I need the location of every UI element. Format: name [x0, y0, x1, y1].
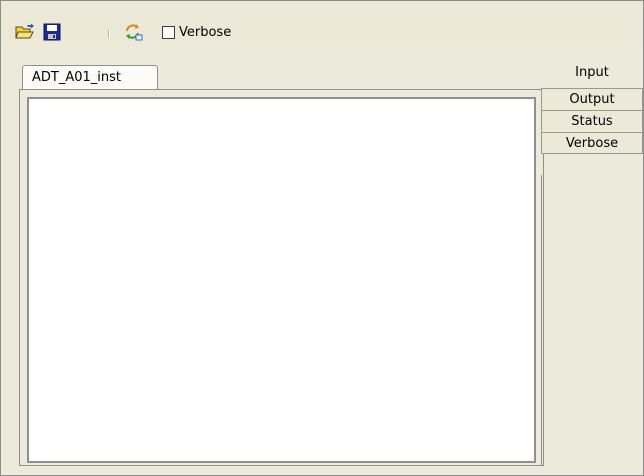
- content-area[interactable]: [27, 97, 536, 463]
- window-frame: Verbose ADT_A01_inst Input Output Status…: [0, 0, 644, 476]
- side-tab-input[interactable]: Input: [541, 59, 643, 88]
- side-tab-strip: Input Output Status Verbose: [541, 59, 643, 154]
- save-floppy-icon[interactable]: [41, 21, 63, 43]
- side-tab-verbose[interactable]: Verbose: [541, 132, 643, 154]
- side-panel-area: [541, 175, 643, 466]
- open-folder-icon[interactable]: [14, 21, 36, 43]
- side-tab-status[interactable]: Status: [541, 110, 643, 132]
- verbose-checkbox[interactable]: [162, 26, 175, 39]
- refresh-arrows-icon[interactable]: [123, 21, 145, 43]
- side-tab-output[interactable]: Output: [541, 88, 643, 110]
- verbose-checkbox-label: Verbose: [179, 25, 232, 40]
- tab-adt-a01-inst[interactable]: ADT_A01_inst: [22, 65, 158, 90]
- toolbar: Verbose: [1, 1, 643, 44]
- toolbar-separator: [108, 29, 110, 38]
- verbose-checkbox-control[interactable]: Verbose: [162, 25, 231, 40]
